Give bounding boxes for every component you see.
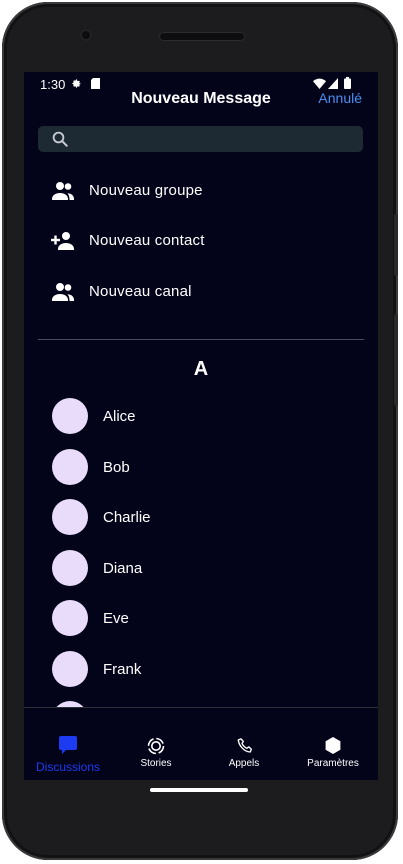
contact-item[interactable]: Diana [24, 546, 378, 590]
search-input[interactable] [38, 126, 363, 152]
home-indicator[interactable] [150, 788, 248, 792]
new-group-label: Nouveau groupe [89, 182, 203, 199]
phone-frame: 1:30 Nouveau Message Annulé Nouveau grou… [2, 2, 398, 860]
phone-icon [237, 738, 253, 753]
new-channel-action[interactable]: Nouveau canal [24, 272, 378, 312]
contact-item[interactable]: Bob [24, 445, 378, 489]
contact-item[interactable]: Eve [24, 596, 378, 640]
avatar [52, 449, 88, 485]
contact-name: Frank [103, 661, 142, 678]
contact-name: Bob [103, 459, 130, 476]
new-group-action[interactable]: Nouveau groupe [24, 171, 378, 211]
group-icon [52, 283, 74, 301]
contact-name: Diana [103, 560, 143, 577]
app-screen: 1:30 Nouveau Message Annulé Nouveau grou… [24, 72, 378, 780]
bottom-navigation: Discussions Stories Appels Paramètres [24, 708, 378, 780]
section-divider [38, 339, 364, 340]
avatar [52, 651, 88, 687]
earpiece-speaker [159, 32, 245, 41]
chat-bubble-icon [59, 736, 77, 754]
avatar [52, 398, 88, 434]
front-camera [80, 29, 92, 41]
hexagon-icon [325, 737, 341, 754]
search-icon [52, 131, 68, 147]
cancel-button[interactable]: Annulé [318, 90, 362, 106]
avatar [52, 550, 88, 586]
new-contact-label: Nouveau contact [89, 232, 205, 249]
section-letter: A [193, 358, 209, 380]
power-button [394, 214, 398, 276]
contact-name: Eve [103, 610, 129, 627]
volume-button [394, 314, 398, 406]
contact-name: Alice [103, 408, 136, 425]
contact-item[interactable]: Charlie [24, 495, 378, 539]
contact-item[interactable]: Frank [24, 647, 378, 691]
tab-label: Paramètres [307, 758, 359, 769]
add-person-icon [51, 232, 74, 250]
new-contact-action[interactable]: Nouveau contact [24, 221, 378, 261]
avatar [52, 499, 88, 535]
avatar [52, 600, 88, 636]
tab-stories[interactable]: Stories [112, 708, 200, 780]
new-channel-label: Nouveau canal [89, 283, 192, 300]
top-bar: Nouveau Message Annulé [24, 86, 378, 112]
tab-label: Appels [228, 758, 260, 769]
contact-name: Charlie [103, 509, 151, 526]
stories-icon [147, 737, 165, 755]
tab-discussions[interactable]: Discussions [24, 708, 112, 780]
tab-label: Stories [140, 758, 172, 769]
contact-item[interactable]: Alice [24, 394, 378, 438]
tab-label: Discussions [35, 760, 101, 774]
group-icon [52, 182, 74, 200]
tab-settings[interactable]: Paramètres [288, 708, 378, 780]
tab-calls[interactable]: Appels [200, 708, 288, 780]
